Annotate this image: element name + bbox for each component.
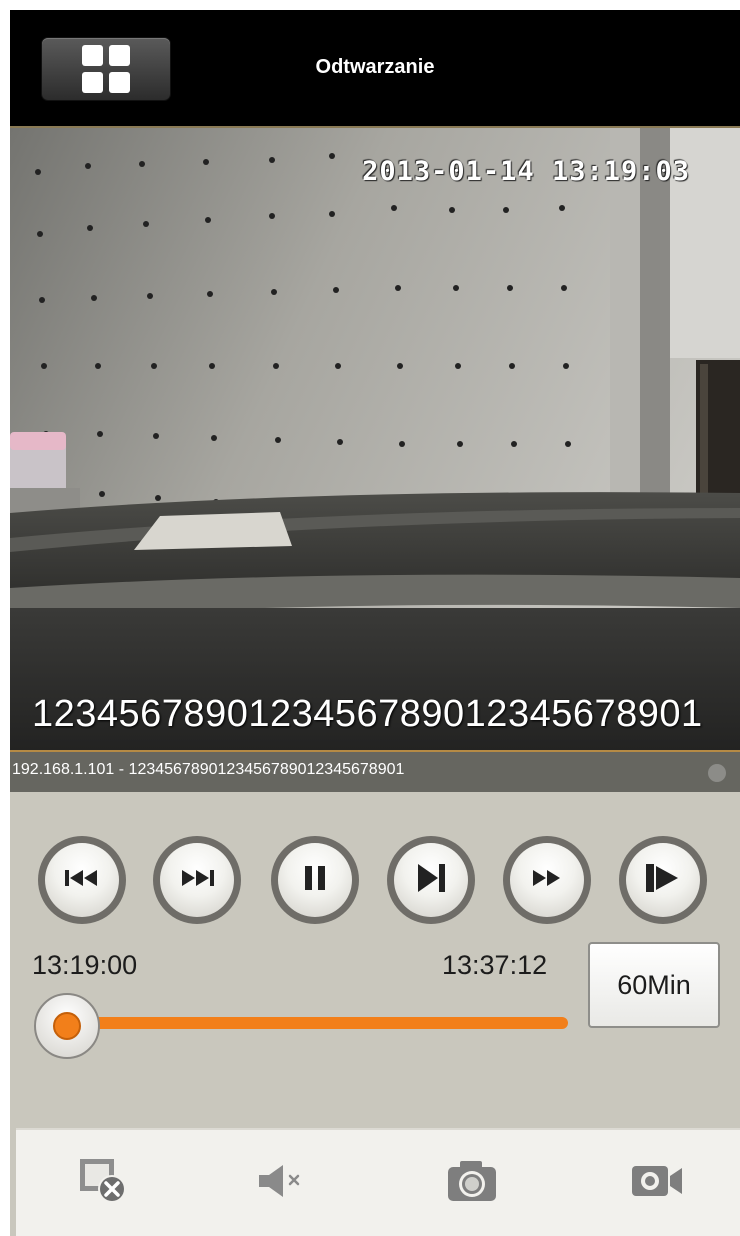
mute-icon — [257, 1163, 307, 1204]
mute-button[interactable] — [252, 1158, 312, 1208]
step-frame-icon — [416, 863, 446, 897]
start-time-label: 13:19:00 — [32, 950, 138, 980]
playback-progress-thumb[interactable] — [34, 993, 100, 1059]
fast-forward-icon — [533, 869, 561, 891]
source-info-bar: 192.168.1.101 - 123456789012345678901234… — [10, 750, 740, 792]
pause-button[interactable] — [271, 836, 359, 924]
record-icon — [630, 1164, 686, 1203]
source-label: 192.168.1.101 - 123456789012345678901234… — [12, 761, 405, 778]
thumb-center-icon — [53, 1012, 81, 1040]
bottom-toolbar — [16, 1128, 740, 1236]
header-bar: Odtwarzanie — [10, 10, 740, 128]
skip-forward-button[interactable] — [153, 836, 241, 924]
snapshot-button[interactable] — [442, 1158, 502, 1208]
end-time-label: 13:37:12 — [442, 950, 548, 980]
close-playback-icon — [78, 1157, 130, 1210]
skip-forward-icon — [180, 869, 214, 891]
time-range-button[interactable]: 60Min — [588, 942, 720, 1028]
step-frame-button[interactable] — [387, 836, 475, 924]
video-view[interactable]: 2013-01-14 13:19:03 12345678901234567890… — [10, 128, 740, 750]
playback-progress-track[interactable] — [72, 1017, 568, 1029]
close-playback-button[interactable] — [74, 1158, 134, 1208]
play-slow-button[interactable] — [619, 836, 707, 924]
video-camera-name-overlay: 1234567890123456789012345678901 — [32, 693, 703, 735]
skip-back-icon — [65, 869, 99, 891]
playback-screen: Odtwarzanie 2013-01-14 13:19:03 12345678… — [10, 10, 740, 1236]
video-timestamp-overlay: 2013-01-14 13:19:03 — [362, 156, 690, 187]
camera-frame-image — [10, 128, 740, 750]
status-indicator-icon — [708, 764, 726, 782]
record-button[interactable] — [628, 1158, 688, 1208]
pause-icon — [303, 865, 327, 895]
play-slow-icon — [646, 863, 680, 897]
snapshot-icon — [446, 1159, 498, 1208]
skip-back-button[interactable] — [38, 836, 126, 924]
page-title: Odtwarzanie — [315, 56, 435, 78]
fast-forward-button[interactable] — [503, 836, 591, 924]
